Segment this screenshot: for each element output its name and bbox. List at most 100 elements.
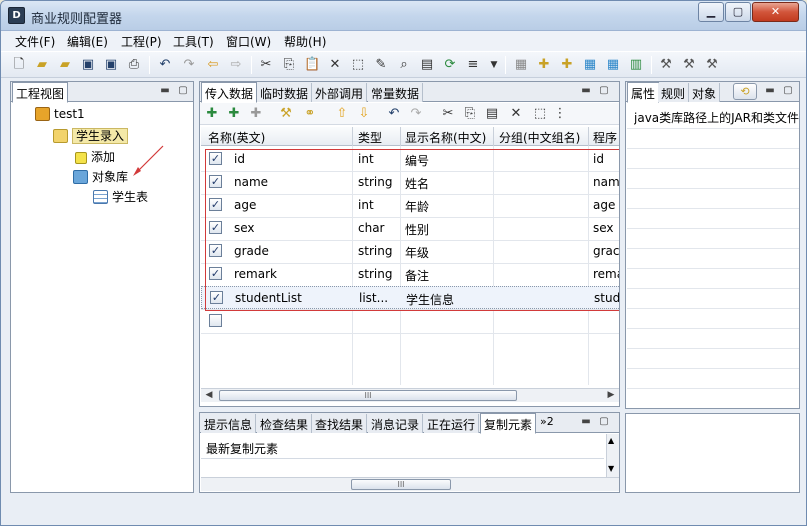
title-bar[interactable]: D 商业规则配置器 ▁ ▢ ✕ — [1, 1, 806, 31]
sync-icon[interactable]: ⟲ — [733, 83, 757, 100]
tab-project-view[interactable]: 工程视图 — [12, 82, 69, 103]
tab-hints[interactable]: 提示信息 — [201, 414, 257, 433]
forward-icon[interactable]: ⇨ — [228, 57, 244, 73]
tab-copied-elements[interactable]: 复制元素 — [480, 413, 537, 434]
table-icon[interactable]: ▦ — [582, 57, 598, 73]
copy-icon[interactable]: ⎘ — [281, 57, 297, 73]
panel-minimize-icon[interactable]: ▬ — [580, 85, 592, 97]
table-edit-icon[interactable]: ▦ — [605, 57, 621, 73]
print-icon[interactable]: ⎙ — [126, 57, 142, 73]
tab-find-results[interactable]: 查找结果 — [312, 414, 368, 433]
tab-rules[interactable]: 规则 — [658, 83, 690, 102]
tool-c-icon[interactable]: ⚒ — [704, 57, 720, 73]
scroll-thumb[interactable]: III — [351, 479, 451, 490]
new-file-icon[interactable]: 🗋 — [11, 57, 27, 73]
tab-message-log[interactable]: 消息记录 — [368, 414, 424, 433]
tree-item-object-library[interactable]: 对象库 — [73, 168, 128, 185]
col-type[interactable]: 类型 — [358, 129, 382, 146]
tree-root[interactable]: test1 — [35, 107, 85, 121]
panel-minimize-icon[interactable]: ▬ — [159, 85, 171, 97]
close-button[interactable]: ✕ — [752, 2, 799, 22]
minimize-button[interactable]: ▁ — [698, 2, 724, 22]
link-icon[interactable]: ⚭ — [302, 106, 318, 122]
maximize-button[interactable]: ▢ — [725, 2, 751, 22]
col-name[interactable]: 名称(英文) — [208, 129, 265, 146]
table-horizontal-scrollbar[interactable]: ◀ III ▶ — [201, 388, 619, 402]
select-icon[interactable]: ⬚ — [350, 57, 366, 73]
save-all-icon[interactable]: ▣ — [103, 57, 119, 73]
library-icon[interactable]: ▥ — [628, 57, 644, 73]
panel-minimize-icon[interactable]: ▬ — [764, 85, 776, 97]
tool-icon[interactable]: ⚒ — [278, 106, 294, 122]
cut-icon[interactable]: ✂ — [440, 106, 456, 122]
tool-b-icon[interactable]: ⚒ — [681, 57, 697, 73]
select-all-icon[interactable]: ⬚ — [532, 106, 548, 122]
undo-icon[interactable]: ↶ — [157, 57, 173, 73]
properties-icon[interactable]: ▤ — [419, 57, 435, 73]
move-down-icon[interactable]: ⇩ — [356, 106, 372, 122]
scroll-left-icon[interactable]: ◀ — [203, 389, 215, 402]
move-up-icon[interactable]: ⇧ — [334, 106, 350, 122]
bottom-horizontal-scrollbar[interactable]: III — [201, 477, 619, 491]
remove-row-icon[interactable]: ✚ — [248, 106, 264, 122]
bottom-vertical-scrollbar[interactable]: ▲ ▼ — [606, 434, 619, 478]
redo-icon[interactable]: ↷ — [181, 57, 197, 73]
delete-icon[interactable]: ✕ — [327, 57, 343, 73]
menu-edit[interactable]: 编辑(E) — [67, 33, 108, 50]
tree-item-add[interactable]: 添加 — [75, 148, 115, 165]
menu-tools[interactable]: 工具(T) — [173, 33, 214, 50]
table-row[interactable] — [201, 310, 619, 333]
indent-icon[interactable]: ≡ — [465, 57, 481, 73]
edit-icon[interactable]: ✎ — [373, 57, 389, 73]
panel-maximize-icon[interactable]: ▢ — [782, 85, 794, 97]
add-row-icon[interactable]: ✚ — [204, 106, 220, 122]
save-icon[interactable]: ▣ — [80, 57, 96, 73]
rule-add-icon[interactable]: ✚ — [536, 57, 552, 73]
panel-maximize-icon[interactable]: ▢ — [598, 85, 610, 97]
scroll-up-icon[interactable]: ▲ — [608, 436, 614, 445]
dropdown-arrow-icon[interactable]: ▼ — [486, 57, 502, 73]
menu-help[interactable]: 帮助(H) — [284, 33, 326, 50]
open-project-icon[interactable]: ▰ — [57, 57, 73, 73]
scroll-thumb[interactable]: III — [219, 390, 517, 401]
menu-file[interactable]: 文件(F) — [15, 33, 55, 50]
panel-minimize-icon[interactable]: ▬ — [580, 416, 592, 428]
tab-running[interactable]: 正在运行 — [424, 414, 480, 433]
menu-window[interactable]: 窗口(W) — [226, 33, 271, 50]
tab-external-call[interactable]: 外部调用 — [312, 83, 368, 102]
tab-overflow[interactable]: »2 — [540, 415, 554, 428]
paste-icon[interactable]: ▤ — [484, 106, 500, 122]
tab-temp-data[interactable]: 临时数据 — [257, 83, 313, 102]
tab-check-results[interactable]: 检查结果 — [257, 414, 313, 433]
undo-icon[interactable]: ↶ — [386, 106, 402, 122]
tab-properties[interactable]: 属性 — [627, 82, 660, 103]
tab-objects[interactable]: 对象 — [689, 83, 721, 102]
find-icon[interactable]: ⌕ — [396, 57, 412, 73]
paste-icon[interactable]: 📋 — [304, 57, 320, 73]
tool-a-icon[interactable]: ⚒ — [658, 57, 674, 73]
copy-icon[interactable]: ⎘ — [462, 106, 478, 122]
tab-constant-data[interactable]: 常量数据 — [368, 83, 424, 102]
col-display-name[interactable]: 显示名称(中文) — [405, 129, 486, 146]
redo-icon[interactable]: ↷ — [408, 106, 424, 122]
scroll-right-icon[interactable]: ▶ — [605, 389, 617, 402]
add-child-icon[interactable]: ✚ — [226, 106, 242, 122]
build-icon[interactable]: ▦ — [513, 57, 529, 73]
tab-input-data[interactable]: 传入数据 — [201, 82, 258, 103]
row-checkbox[interactable] — [209, 314, 222, 327]
more-icon[interactable]: ⋮ — [552, 106, 568, 122]
tree-item-student-table[interactable]: 学生表 — [93, 188, 148, 205]
tree-folder[interactable]: 学生录入 — [53, 127, 129, 144]
open-folder-icon[interactable]: ▰ — [34, 57, 50, 73]
menu-project[interactable]: 工程(P) — [121, 33, 162, 50]
scroll-down-icon[interactable]: ▼ — [608, 464, 614, 473]
panel-maximize-icon[interactable]: ▢ — [177, 85, 189, 97]
delete-icon[interactable]: ✕ — [508, 106, 524, 122]
back-icon[interactable]: ⇦ — [205, 57, 221, 73]
col-group[interactable]: 分组(中文组名) — [499, 129, 580, 146]
refresh-icon[interactable]: ⟳ — [442, 57, 458, 73]
rule-edit-icon[interactable]: ✚ — [559, 57, 575, 73]
panel-maximize-icon[interactable]: ▢ — [598, 416, 610, 428]
cut-icon[interactable]: ✂ — [258, 57, 274, 73]
col-program[interactable]: 程序 — [593, 129, 617, 146]
